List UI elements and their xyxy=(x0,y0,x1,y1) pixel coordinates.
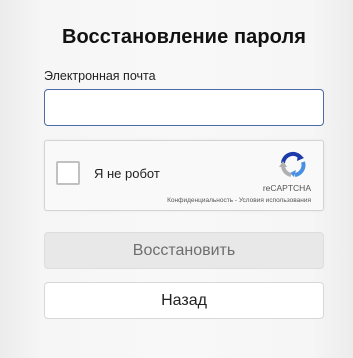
recaptcha-checkbox[interactable] xyxy=(56,161,80,185)
recaptcha-icon xyxy=(279,151,306,177)
recaptcha-checkbox-label: Я не робот xyxy=(94,166,160,181)
email-field[interactable] xyxy=(44,89,324,126)
recaptcha-brand-label: reCAPTCHA xyxy=(262,183,311,193)
recaptcha-privacy-terms-links[interactable]: Конфиденциальность - Условия использован… xyxy=(167,197,311,204)
page: Восстановление пароля Электронная почта … xyxy=(0,0,353,358)
password-recovery-form: Восстановление пароля Электронная почта … xyxy=(44,22,324,319)
page-title: Восстановление пароля xyxy=(61,26,307,48)
restore-button[interactable]: Восстановить xyxy=(44,232,324,269)
recaptcha-widget: Я не робот reCAPTCHA Конфиденциальность … xyxy=(44,140,324,211)
email-label: Электронная почта xyxy=(44,69,156,83)
back-button[interactable]: Назад xyxy=(44,282,324,319)
